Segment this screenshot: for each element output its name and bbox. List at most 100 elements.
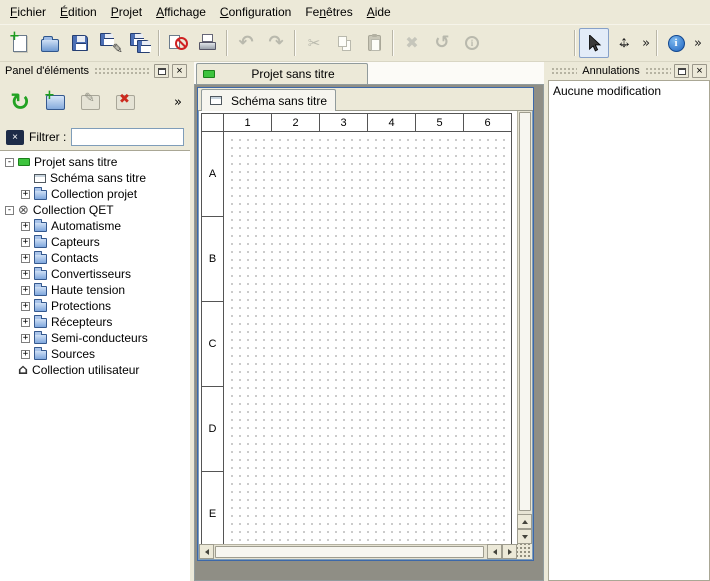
column-header: 5 xyxy=(416,114,464,132)
expander-icon[interactable]: + xyxy=(21,190,30,199)
redo-icon: ↷ xyxy=(268,34,283,52)
resize-grip[interactable] xyxy=(517,544,532,559)
undo-history-list[interactable]: Aucune modification xyxy=(548,80,710,581)
clear-filter-icon[interactable]: × xyxy=(6,130,24,145)
tree-item-contacts[interactable]: +Contacts xyxy=(0,250,190,266)
undo-button[interactable]: ↶ xyxy=(231,28,261,58)
new-document-button[interactable]: + xyxy=(5,28,35,58)
elements-panel-toolbar: ↻ + ✎ ✖ » xyxy=(0,80,190,124)
row-header: D xyxy=(202,387,224,472)
toolbar-extension-chevron[interactable]: » xyxy=(691,37,705,50)
scroll-down-button[interactable] xyxy=(517,529,532,544)
print-button[interactable] xyxy=(193,28,223,58)
element-information-button[interactable]: i xyxy=(457,28,487,58)
tree-item-protections[interactable]: +Protections xyxy=(0,298,190,314)
tree-item-capteurs[interactable]: +Capteurs xyxy=(0,234,190,250)
expander-icon[interactable]: + xyxy=(21,222,30,231)
paste-button[interactable] xyxy=(359,28,389,58)
expander-spacer xyxy=(5,366,14,375)
about-info-icon: i xyxy=(668,35,685,52)
menu-fichier[interactable]: Fichier xyxy=(3,2,53,22)
save-all-button[interactable] xyxy=(125,28,155,58)
scroll-right-button[interactable] xyxy=(502,544,517,559)
redo-button[interactable]: ↷ xyxy=(261,28,291,58)
expander-icon[interactable]: + xyxy=(21,270,30,279)
elements-panel-titlebar[interactable]: Panel d'éléments × xyxy=(0,62,190,80)
rotate-button[interactable]: ↺ xyxy=(427,28,457,58)
vertical-scrollbar-thumb[interactable] xyxy=(519,112,531,511)
rotate-icon: ↺ xyxy=(434,34,449,52)
filter-label: Filtrer : xyxy=(29,130,66,144)
dock-drag-grip[interactable] xyxy=(645,67,671,75)
dock-drag-grip[interactable] xyxy=(94,67,151,75)
float-dock-button[interactable] xyxy=(154,64,169,78)
menu-aide[interactable]: Aide xyxy=(360,2,398,22)
copy-button[interactable] xyxy=(329,28,359,58)
arrow-left-icon xyxy=(205,549,209,555)
elements-tree: -Projet sans titre Schéma sans titre +Co… xyxy=(0,150,190,581)
scroll-up-button[interactable] xyxy=(517,514,532,529)
undo-panel-titlebar[interactable]: Annulations × xyxy=(548,62,710,80)
diagram-canvas[interactable]: 1 2 3 4 5 6 A B C xyxy=(199,111,517,544)
tree-item-label: Collection QET xyxy=(33,203,114,217)
toolbar-extension-chevron[interactable]: » xyxy=(639,37,653,50)
tree-item-sources[interactable]: +Sources xyxy=(0,346,190,362)
expander-icon[interactable]: + xyxy=(21,350,30,359)
close-dock-button[interactable]: × xyxy=(172,64,187,78)
expander-icon[interactable]: + xyxy=(21,254,30,263)
scroll-left-button[interactable] xyxy=(199,544,214,559)
delete-element-button[interactable]: ✖ xyxy=(110,87,140,117)
expander-icon[interactable]: + xyxy=(21,302,30,311)
menu-label: Fichier xyxy=(10,5,46,19)
close-dock-button[interactable]: × xyxy=(692,64,707,78)
select-tool-button[interactable] xyxy=(579,28,609,58)
diagram-frame: 1 2 3 4 5 6 A B C xyxy=(201,113,512,544)
expander-icon[interactable]: - xyxy=(5,206,14,215)
filter-input[interactable] xyxy=(71,128,184,146)
about-qet-button[interactable]: i xyxy=(661,28,691,58)
tree-item-recepteurs[interactable]: +Récepteurs xyxy=(0,314,190,330)
expander-icon[interactable]: + xyxy=(21,334,30,343)
tab-schema-sans-titre[interactable]: Schéma sans titre xyxy=(201,89,336,111)
scroll-left-button[interactable] xyxy=(487,544,502,559)
tree-item-collection-utilisateur[interactable]: ⌂Collection utilisateur xyxy=(0,362,190,378)
horizontal-scrollbar-thumb[interactable] xyxy=(215,546,484,558)
menu-projet[interactable]: Projet xyxy=(104,2,149,22)
new-element-button[interactable]: + xyxy=(40,87,70,117)
expander-icon[interactable]: + xyxy=(21,238,30,247)
float-dock-button[interactable] xyxy=(674,64,689,78)
edit-element-button[interactable]: ✎ xyxy=(75,87,105,117)
save-as-button[interactable]: ✎ xyxy=(95,28,125,58)
menu-affichage[interactable]: Affichage xyxy=(149,2,213,22)
menu-edition[interactable]: Édition xyxy=(53,2,104,22)
vertical-scrollbar[interactable] xyxy=(517,111,532,544)
tree-item-semi-conducteurs[interactable]: +Semi-conducteurs xyxy=(0,330,190,346)
elements-panel-title: Panel d'éléments xyxy=(3,65,91,77)
tree-item-schema[interactable]: Schéma sans titre xyxy=(0,170,190,186)
open-project-button[interactable] xyxy=(35,28,65,58)
close-document-button[interactable] xyxy=(163,28,193,58)
dock-drag-grip[interactable] xyxy=(551,67,577,75)
column-header: 6 xyxy=(464,114,512,132)
tree-item-collection-qet[interactable]: -⊗Collection QET xyxy=(0,202,190,218)
panel-toolbar-extension-chevron[interactable]: » xyxy=(174,96,185,109)
menu-configuration[interactable]: Configuration xyxy=(213,2,298,22)
reload-collections-button[interactable]: ↻ xyxy=(5,87,35,117)
save-button[interactable] xyxy=(65,28,95,58)
expander-icon[interactable]: + xyxy=(21,286,30,295)
menu-fenetres[interactable]: Fenêtres xyxy=(298,2,359,22)
row-header: A xyxy=(202,132,224,217)
tree-item-haute-tension[interactable]: +Haute tension xyxy=(0,282,190,298)
expander-icon[interactable]: - xyxy=(5,158,14,167)
delete-button[interactable]: ✖ xyxy=(397,28,427,58)
expander-icon[interactable]: + xyxy=(21,318,30,327)
cut-button[interactable]: ✂ xyxy=(299,28,329,58)
mdi-area: Projet sans titre Schéma sans titre xyxy=(194,62,544,581)
tree-item-convertisseurs[interactable]: +Convertisseurs xyxy=(0,266,190,282)
horizontal-scrollbar[interactable] xyxy=(199,544,517,559)
tab-projet-sans-titre[interactable]: Projet sans titre xyxy=(196,63,368,84)
tree-item-project[interactable]: -Projet sans titre xyxy=(0,154,190,170)
move-tool-button[interactable]: ↔↕ xyxy=(609,28,639,58)
tree-item-collection-projet[interactable]: +Collection projet xyxy=(0,186,190,202)
tree-item-automatisme[interactable]: +Automatisme xyxy=(0,218,190,234)
